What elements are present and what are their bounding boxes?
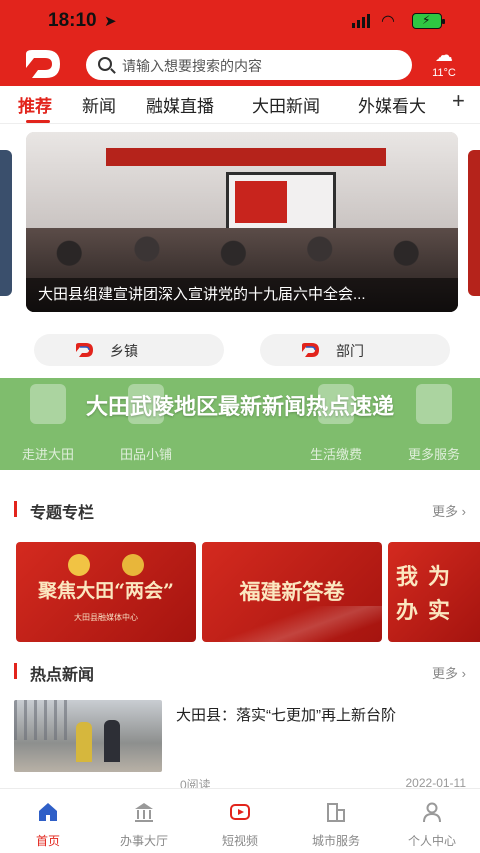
banner-screen — [226, 172, 336, 234]
carousel-prev-card[interactable] — [0, 150, 12, 296]
nav-home[interactable]: 首页 — [0, 789, 96, 849]
home-icon — [39, 803, 57, 821]
app-logo-icon[interactable] — [22, 48, 62, 80]
topics-section-header: 专题专栏 更多 › — [14, 498, 466, 522]
nav-label: 短视频 — [221, 834, 258, 848]
video-icon — [230, 804, 250, 820]
tab-recommend[interactable]: 推荐 — [18, 92, 52, 117]
search-icon — [98, 57, 112, 71]
active-tab-indicator — [26, 120, 50, 123]
app-logo-icon — [302, 343, 319, 357]
search-input[interactable]: 请输入想要搜索的内容 — [86, 50, 412, 80]
location-arrow-icon: ➤ — [104, 13, 117, 30]
banner-caption: 大田县组建宣讲团深入宣讲党的十九届六中全会... — [26, 278, 458, 312]
section-title: 专题专栏 — [30, 505, 95, 522]
tab-live[interactable]: 融媒直播 — [146, 92, 214, 117]
nav-city-services[interactable]: 城市服务 — [288, 789, 384, 849]
carousel-next-card[interactable] — [468, 150, 480, 296]
hall-icon — [135, 803, 153, 822]
status-time: 18:10 — [48, 10, 97, 31]
topic-subtitle: 大田县融媒体中心 — [74, 613, 138, 622]
add-tab-button[interactable]: + — [452, 88, 465, 114]
bottom-nav: 首页 办事大厅 短视频 城市服务 个人中心 — [0, 788, 480, 853]
emblem-icon — [122, 554, 144, 576]
ribbon-decoration — [202, 606, 382, 642]
news-title[interactable]: 大田县：落实“七更加”再上新台阶 — [176, 704, 466, 725]
thumb-structure — [14, 700, 74, 740]
emblem-icon — [68, 554, 90, 576]
battery-icon: ⚡ — [412, 13, 445, 29]
nav-label: 城市服务 — [311, 834, 360, 848]
service-label: 走进大田 — [21, 447, 74, 462]
nav-label: 首页 — [35, 834, 60, 848]
nav-short-video[interactable]: 短视频 — [192, 789, 288, 849]
banner-stage-sign — [106, 148, 386, 166]
person-icon — [423, 802, 441, 823]
topic-title: 福建新答卷 — [239, 579, 345, 604]
category-tabs: 推荐 新闻 融媒直播 大田新闻 外媒看大 + — [0, 86, 480, 124]
hot-news-more-link[interactable]: 更多 › — [432, 663, 466, 682]
topic-card[interactable]: 聚焦大田“两会” 大田县融媒体中心 — [16, 542, 196, 642]
topic-card[interactable]: 福建新答卷 — [202, 542, 382, 642]
tab-datian-news[interactable]: 大田新闻 — [252, 92, 320, 117]
tab-foreign-media[interactable]: 外媒看大 — [358, 92, 426, 117]
thumb-person — [76, 722, 92, 762]
service-label: 田品小铺 — [119, 447, 172, 462]
app-logo-icon — [76, 343, 93, 357]
news-thumbnail[interactable] — [14, 700, 162, 772]
nav-label: 办事大厅 — [119, 834, 168, 848]
nav-label: 个人中心 — [407, 834, 456, 848]
banner-carousel[interactable]: 大田县组建宣讲团深入宣讲党的十九届六中全会... — [26, 132, 458, 312]
township-button[interactable]: 乡镇 — [34, 334, 224, 366]
weather-widget[interactable]: ☁ 11°C — [426, 44, 462, 84]
wifi-icon: ◠ — [381, 13, 395, 30]
weather-temp: 11°C — [432, 67, 456, 79]
nav-profile[interactable]: 个人中心 — [384, 789, 480, 849]
topic-title: 聚焦大田“两会” — [38, 580, 174, 602]
topic-title: 我为办实 — [396, 564, 461, 624]
township-label: 乡镇 — [110, 343, 138, 359]
tab-news[interactable]: 新闻 — [82, 92, 116, 117]
city-icon — [327, 803, 345, 822]
status-bar: 18:10 ➤ ◠ ⚡ — [0, 0, 480, 44]
cloud-sun-icon: ☁ — [435, 45, 453, 65]
service-label: 生活缴费 — [309, 447, 362, 462]
thumb-person — [104, 720, 120, 762]
topics-more-link[interactable]: 更多 › — [432, 501, 466, 520]
section-marker — [14, 663, 17, 679]
section-marker — [14, 501, 17, 517]
department-button[interactable]: 部门 — [260, 334, 450, 366]
signal-icon — [352, 14, 370, 28]
overlay-title: 大田武陵地区最新新闻热点速递 — [85, 394, 394, 419]
department-label: 部门 — [336, 343, 364, 359]
section-title: 热点新闻 — [30, 667, 95, 684]
topic-card[interactable]: 我为办实 — [388, 542, 480, 642]
search-placeholder: 请输入想要搜索的内容 — [122, 58, 262, 74]
hot-news-section-header: 热点新闻 更多 › — [14, 660, 466, 684]
nav-service-hall[interactable]: 办事大厅 — [96, 789, 192, 849]
service-label: 更多服务 — [407, 447, 460, 462]
